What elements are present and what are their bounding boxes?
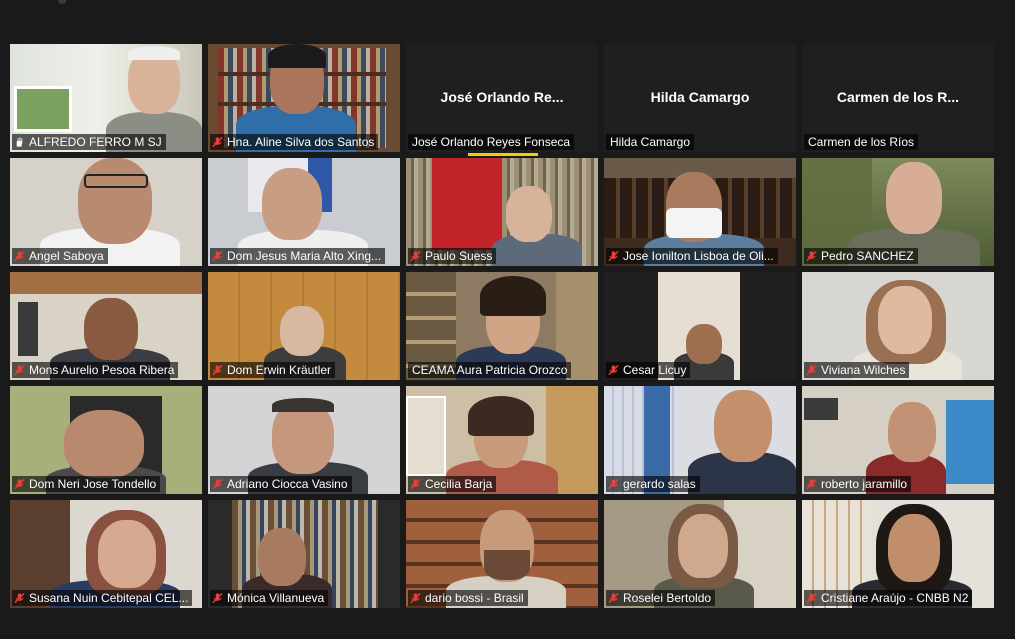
participant-tile-aura[interactable]: CEAMA Aura Patricia Orozco bbox=[406, 272, 598, 380]
participant-name-label: Mónica Villanueva bbox=[210, 590, 329, 606]
participant-tile-carmen[interactable]: Carmen de los R... Carmen de los Ríos bbox=[802, 44, 994, 152]
muted-mic-icon bbox=[410, 250, 421, 262]
muted-mic-icon bbox=[608, 364, 619, 376]
muted-mic-icon bbox=[806, 478, 817, 490]
participant-name-label: Paulo Suess bbox=[408, 248, 497, 264]
muted-mic-icon bbox=[14, 250, 25, 262]
participant-name-label: Cristiane Araújo - CNBB N2 bbox=[804, 590, 973, 606]
participant-name-label: Mons Aurelio Pesoa Ribera bbox=[12, 362, 179, 378]
muted-mic-icon bbox=[806, 364, 817, 376]
participant-display-name: Hilda Camargo bbox=[650, 89, 750, 105]
participant-name-label: Carmen de los Ríos bbox=[804, 134, 919, 150]
muted-mic-icon bbox=[410, 478, 421, 490]
participant-name-label: José Orlando Reyes Fonseca bbox=[408, 134, 575, 150]
participant-display-name: José Orlando Re... bbox=[440, 89, 564, 105]
muted-mic-icon bbox=[212, 136, 223, 148]
muted-mic-icon bbox=[806, 592, 817, 604]
muted-mic-icon bbox=[212, 478, 223, 490]
participant-tile-roselei[interactable]: Roselei Bertoldo bbox=[604, 500, 796, 608]
muted-mic-icon bbox=[14, 592, 25, 604]
muted-mic-icon bbox=[410, 592, 421, 604]
participant-tile-aline[interactable]: Hna. Aline Silva dos Santos bbox=[208, 44, 400, 152]
participant-tile-jose-orlando[interactable]: José Orlando Re... José Orlando Reyes Fo… bbox=[406, 44, 598, 152]
participant-tile-angel[interactable]: Angel Saboya bbox=[10, 158, 202, 266]
participant-name-label: Hna. Aline Silva dos Santos bbox=[210, 134, 379, 150]
participant-name-label: Jose Ionilton Lisboa de Oli... bbox=[606, 248, 778, 264]
participant-name-label: Dom Jesus Maria Alto Xing... bbox=[210, 248, 386, 264]
participant-tile-aurelio[interactable]: Mons Aurelio Pesoa Ribera bbox=[10, 272, 202, 380]
participant-tile-cecilia[interactable]: Cecilia Barja bbox=[406, 386, 598, 494]
muted-mic-icon bbox=[212, 592, 223, 604]
muted-mic-icon bbox=[608, 478, 619, 490]
participant-name-label: Pedro SANCHEZ bbox=[804, 248, 918, 264]
muted-mic-icon bbox=[212, 250, 223, 262]
participant-tile-erwin[interactable]: Dom Erwin Kräutler bbox=[208, 272, 400, 380]
participant-tile-susana[interactable]: Susana Nuin Cebitepal CEL... bbox=[10, 500, 202, 608]
participant-name-label: dario bossi - Brasil bbox=[408, 590, 528, 606]
participant-tile-cesar[interactable]: Cesar Licuy bbox=[604, 272, 796, 380]
muted-mic-icon bbox=[806, 250, 817, 262]
participant-tile-cristiane[interactable]: Cristiane Araújo - CNBB N2 bbox=[802, 500, 994, 608]
participant-name-label: Angel Saboya bbox=[12, 248, 108, 264]
participant-tile-gerardo[interactable]: gerardo salas bbox=[604, 386, 796, 494]
muted-mic-icon bbox=[14, 364, 25, 376]
participant-tile-neri[interactable]: Dom Neri Jose Tondello bbox=[10, 386, 202, 494]
participant-tile-paulo[interactable]: Paulo Suess bbox=[406, 158, 598, 266]
participant-tile-alfredo[interactable]: ALFREDO FERRO M SJ bbox=[10, 44, 202, 152]
participant-name-label: Cecilia Barja bbox=[408, 476, 497, 492]
participant-name-label: roberto jaramillo bbox=[804, 476, 912, 492]
participant-tile-adriano[interactable]: Adriano Ciocca Vasino bbox=[208, 386, 400, 494]
raised-hand-icon bbox=[16, 137, 23, 147]
participant-name-label: Cesar Licuy bbox=[606, 362, 691, 378]
participant-tile-dom-jesus[interactable]: Dom Jesus Maria Alto Xing... bbox=[208, 158, 400, 266]
participant-name-label: Dom Erwin Kräutler bbox=[210, 362, 336, 378]
participant-name-label: CEAMA Aura Patricia Orozco bbox=[408, 362, 572, 378]
participant-name-label: Adriano Ciocca Vasino bbox=[210, 476, 352, 492]
muted-mic-icon bbox=[608, 250, 619, 262]
participant-tile-jose-ionilton[interactable]: Jose Ionilton Lisboa de Oli... bbox=[604, 158, 796, 266]
participant-tile-roberto[interactable]: roberto jaramillo bbox=[802, 386, 994, 494]
participant-name-label: gerardo salas bbox=[606, 476, 700, 492]
muted-mic-icon bbox=[212, 364, 223, 376]
participant-name-label: Susana Nuin Cebitepal CEL... bbox=[12, 590, 193, 606]
participant-display-name: Carmen de los R... bbox=[836, 89, 960, 105]
meeting-top-bar bbox=[0, 0, 1015, 12]
participant-tile-hilda[interactable]: Hilda Camargo Hilda Camargo bbox=[604, 44, 796, 152]
participant-tile-viviana[interactable]: Viviana Wilches bbox=[802, 272, 994, 380]
speaking-indicator bbox=[468, 153, 538, 156]
muted-mic-icon bbox=[14, 478, 25, 490]
participant-name-label: Viviana Wilches bbox=[804, 362, 910, 378]
participant-tile-pedro[interactable]: Pedro SANCHEZ bbox=[802, 158, 994, 266]
participant-tile-dario[interactable]: dario bossi - Brasil bbox=[406, 500, 598, 608]
participant-name-label: Hilda Camargo bbox=[606, 134, 695, 150]
top-indicator bbox=[58, 0, 66, 4]
participant-tile-monica[interactable]: Mónica Villanueva bbox=[208, 500, 400, 608]
gallery-view: ALFREDO FERRO M SJ Hna. Aline Silva dos … bbox=[10, 44, 994, 608]
participant-name-label: Roselei Bertoldo bbox=[606, 590, 716, 606]
muted-mic-icon bbox=[608, 592, 619, 604]
participant-name-label: Dom Neri Jose Tondello bbox=[12, 476, 161, 492]
participant-name-label: ALFREDO FERRO M SJ bbox=[12, 134, 166, 150]
